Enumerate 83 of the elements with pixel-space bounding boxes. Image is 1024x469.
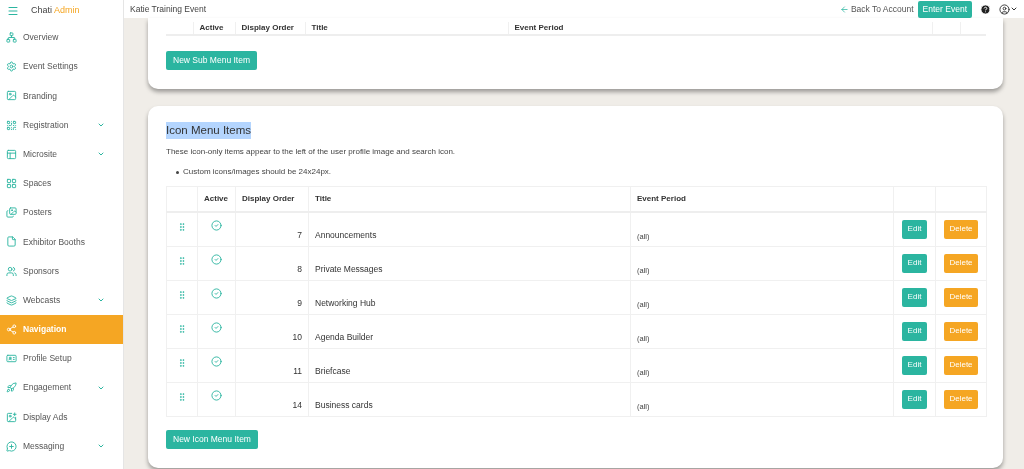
delete-button[interactable]: Delete [944, 321, 978, 341]
edit-button[interactable]: Edit [901, 287, 928, 307]
drag-handle-icon[interactable] [177, 255, 187, 266]
grid-icon [6, 178, 17, 190]
sidebar-item[interactable]: Profile Setup [0, 344, 123, 374]
title-cell: Announcements [315, 229, 377, 240]
delete-button[interactable]: Delete [944, 253, 978, 273]
drag-handle-icon[interactable] [177, 289, 187, 300]
column-header: Title [305, 22, 508, 35]
drag-handle-icon[interactable] [177, 323, 187, 334]
title-cell: Briefcase [315, 365, 351, 376]
drag-handle-icon[interactable] [177, 357, 187, 368]
caret-icon[interactable] [1010, 5, 1018, 13]
order-cell: 14 [292, 399, 302, 410]
sidebar-item[interactable]: Event Settings [0, 52, 123, 82]
column-header: Active [197, 186, 236, 212]
event-title: Katie Training Event [130, 2, 208, 16]
grid-icon [6, 119, 17, 131]
title-cell: Private Messages [315, 263, 383, 274]
sidebar-item[interactable]: Posters [0, 198, 123, 228]
image-icon [6, 90, 17, 102]
column-header: Active [193, 22, 235, 35]
title-cell: Agenda Builder [315, 331, 374, 342]
images-icon [6, 207, 17, 219]
column-header: Title [308, 186, 631, 212]
edit-button[interactable]: Edit [901, 253, 928, 273]
sidebar-item[interactable]: Branding [0, 81, 123, 111]
sidebar-item[interactable]: Microsite [0, 139, 123, 169]
back-link[interactable]: Back To Account [839, 2, 914, 16]
arrow-left-icon [839, 4, 849, 14]
column-header: Display Order [235, 186, 309, 212]
layers-icon [6, 294, 17, 306]
column-header: Event Period [508, 22, 932, 35]
brand-name: Chati Admin [31, 4, 80, 18]
edit-button[interactable]: Edit [901, 355, 928, 375]
drag-handle-icon[interactable] [177, 391, 187, 402]
order-cell: 8 [297, 263, 302, 274]
chat-icon [6, 440, 17, 452]
id-card-icon [6, 353, 17, 365]
order-cell: 11 [293, 365, 302, 376]
sidebar-item[interactable]: Exhibitor Booths [0, 227, 123, 257]
nodes-icon [6, 32, 17, 44]
delete-button[interactable]: Delete [944, 219, 978, 239]
file-icon [6, 236, 17, 248]
gear-icon [6, 61, 17, 73]
drag-handle-icon[interactable] [177, 221, 187, 232]
bullet-icon [176, 170, 179, 174]
menu-icon[interactable] [7, 5, 19, 17]
title-cell: Business cards [315, 399, 373, 410]
delete-button[interactable]: Delete [944, 355, 978, 375]
order-cell: 9 [297, 297, 302, 308]
order-cell: 7 [297, 229, 302, 240]
users-icon [6, 265, 17, 277]
column-header: Event Period [630, 186, 894, 212]
description-text: These icon-only items appear to the left of the user profile image and search icon. [166, 146, 457, 159]
sidebar-item[interactable]: Overview [0, 23, 123, 53]
edit-button[interactable]: Edit [901, 219, 928, 239]
help-icon[interactable] [980, 3, 991, 15]
edit-button[interactable]: Edit [901, 321, 928, 341]
delete-button[interactable]: Delete [944, 287, 978, 307]
order-cell: 10 [292, 331, 302, 342]
bullet-text: Custom icons/images should be 24x24px. [183, 166, 332, 179]
sidebar-item[interactable]: Messaging [0, 431, 123, 461]
sidebar-item[interactable]: Display Ads [0, 402, 123, 432]
rocket-icon [6, 382, 17, 394]
new-sub-menu-item-button[interactable]: New Sub Menu Item [166, 51, 257, 70]
window-icon [6, 148, 17, 160]
new-icon-menu-item-button[interactable]: New Icon Menu Item [166, 429, 258, 449]
column-header: Display Order [235, 22, 305, 35]
edit-button[interactable]: Edit [901, 389, 928, 409]
sidebar-item[interactable]: Engagement [0, 373, 123, 403]
sidebar-item[interactable]: Webcasts [0, 285, 123, 315]
image-plus-icon [6, 411, 17, 423]
nodes-icon [6, 323, 17, 335]
section-heading: Icon Menu Items [166, 122, 251, 140]
delete-button[interactable]: Delete [944, 389, 978, 409]
enter-event-button[interactable]: Enter Event [917, 0, 972, 18]
sidebar-item[interactable]: Spaces [0, 168, 123, 199]
user-avatar-icon[interactable] [999, 3, 1010, 15]
sidebar-item[interactable]: Navigation [0, 314, 123, 345]
sidebar-item[interactable]: Registration [0, 110, 123, 140]
sidebar-item[interactable]: Sponsors [0, 256, 123, 286]
title-cell: Networking Hub [315, 297, 376, 308]
